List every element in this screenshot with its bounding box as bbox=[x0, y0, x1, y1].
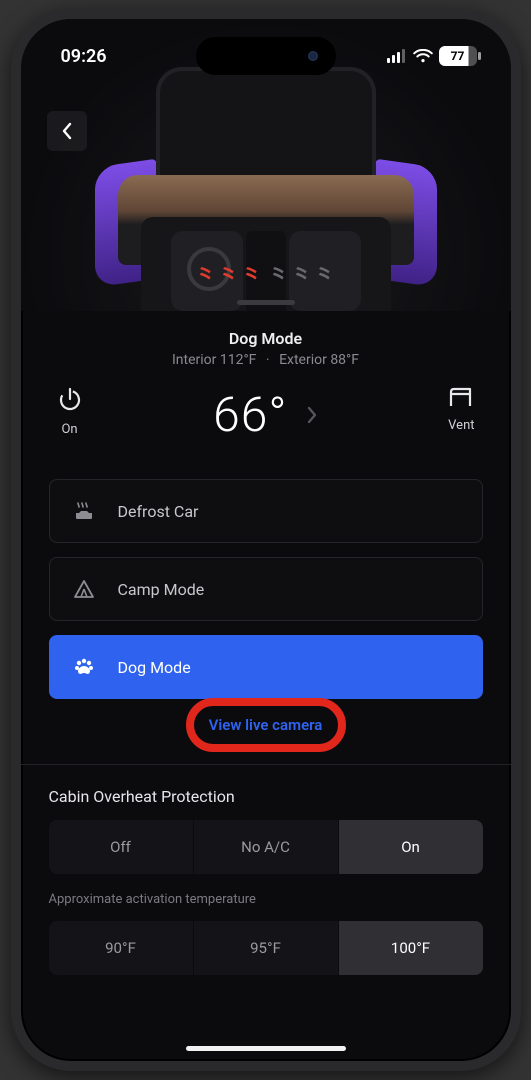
live-camera-row: View live camera bbox=[49, 715, 483, 734]
activation-temp-95[interactable]: 95°F bbox=[194, 921, 339, 975]
overheat-option-off[interactable]: Off bbox=[49, 820, 194, 874]
mode-dog-label: Dog Mode bbox=[118, 658, 191, 677]
temperature-readout: Interior 112°F · Exterior 88°F bbox=[49, 352, 483, 368]
view-live-camera-link[interactable]: View live camera bbox=[209, 716, 323, 734]
active-mode-label: Dog Mode bbox=[49, 329, 483, 348]
activation-temp-segmented: 90°F 95°F 100°F bbox=[49, 921, 483, 975]
tent-icon bbox=[72, 578, 96, 600]
mode-camp[interactable]: Camp Mode bbox=[49, 557, 483, 621]
set-temperature: 66° bbox=[213, 386, 287, 443]
separator-dot: · bbox=[266, 352, 270, 368]
overheat-option-on[interactable]: On bbox=[339, 820, 483, 874]
car-illustration bbox=[101, 67, 431, 311]
seat-heat-left-icon: ⺀⺀⺀ bbox=[195, 259, 264, 291]
temperature-control[interactable]: 66° bbox=[213, 386, 317, 443]
paw-icon bbox=[72, 656, 96, 678]
section-divider bbox=[21, 764, 511, 765]
wifi-icon bbox=[413, 49, 433, 63]
phone-frame: 09:26 77 bbox=[11, 9, 521, 1071]
power-icon bbox=[57, 386, 83, 412]
seat-heat-right-icon: ⺀⺀⺀ bbox=[267, 259, 336, 291]
status-time: 09:26 bbox=[61, 46, 107, 67]
chevron-left-icon bbox=[61, 122, 73, 140]
climate-controls-row: On 66° Vent bbox=[49, 386, 483, 443]
mode-camp-label: Camp Mode bbox=[118, 580, 205, 599]
activation-temp-label: Approximate activation temperature bbox=[49, 892, 483, 907]
chevron-right-icon bbox=[306, 405, 318, 425]
mode-defrost[interactable]: Defrost Car bbox=[49, 479, 483, 543]
home-indicator[interactable] bbox=[186, 1046, 346, 1051]
activation-temp-90[interactable]: 90°F bbox=[49, 921, 194, 975]
dynamic-island bbox=[196, 37, 336, 75]
signal-icon bbox=[387, 49, 407, 63]
back-button[interactable] bbox=[47, 111, 87, 151]
mode-dog[interactable]: Dog Mode bbox=[49, 635, 483, 699]
exterior-temp: Exterior 88°F bbox=[279, 352, 359, 368]
power-label: On bbox=[61, 422, 77, 437]
sheet-grabber[interactable] bbox=[237, 300, 295, 305]
activation-temp-100[interactable]: 100°F bbox=[339, 921, 483, 975]
status-indicators: 77 bbox=[387, 46, 477, 66]
interior-temp: Interior 112°F bbox=[172, 352, 256, 368]
power-toggle[interactable]: On bbox=[57, 386, 83, 437]
vent-icon bbox=[448, 386, 474, 408]
overheat-segmented: Off No A/C On bbox=[49, 820, 483, 874]
climate-title-block: Dog Mode Interior 112°F · Exterior 88°F bbox=[49, 329, 483, 368]
defrost-icon bbox=[72, 500, 96, 522]
mode-defrost-label: Defrost Car bbox=[118, 502, 199, 521]
battery-indicator: 77 bbox=[439, 46, 477, 66]
vent-toggle[interactable]: Vent bbox=[448, 386, 474, 433]
content: Dog Mode Interior 112°F · Exterior 88°F … bbox=[21, 329, 511, 997]
overheat-option-noac[interactable]: No A/C bbox=[194, 820, 339, 874]
mode-list: Defrost Car Camp Mode bbox=[49, 479, 483, 699]
vent-label: Vent bbox=[448, 418, 474, 433]
overheat-title: Cabin Overheat Protection bbox=[49, 787, 483, 806]
